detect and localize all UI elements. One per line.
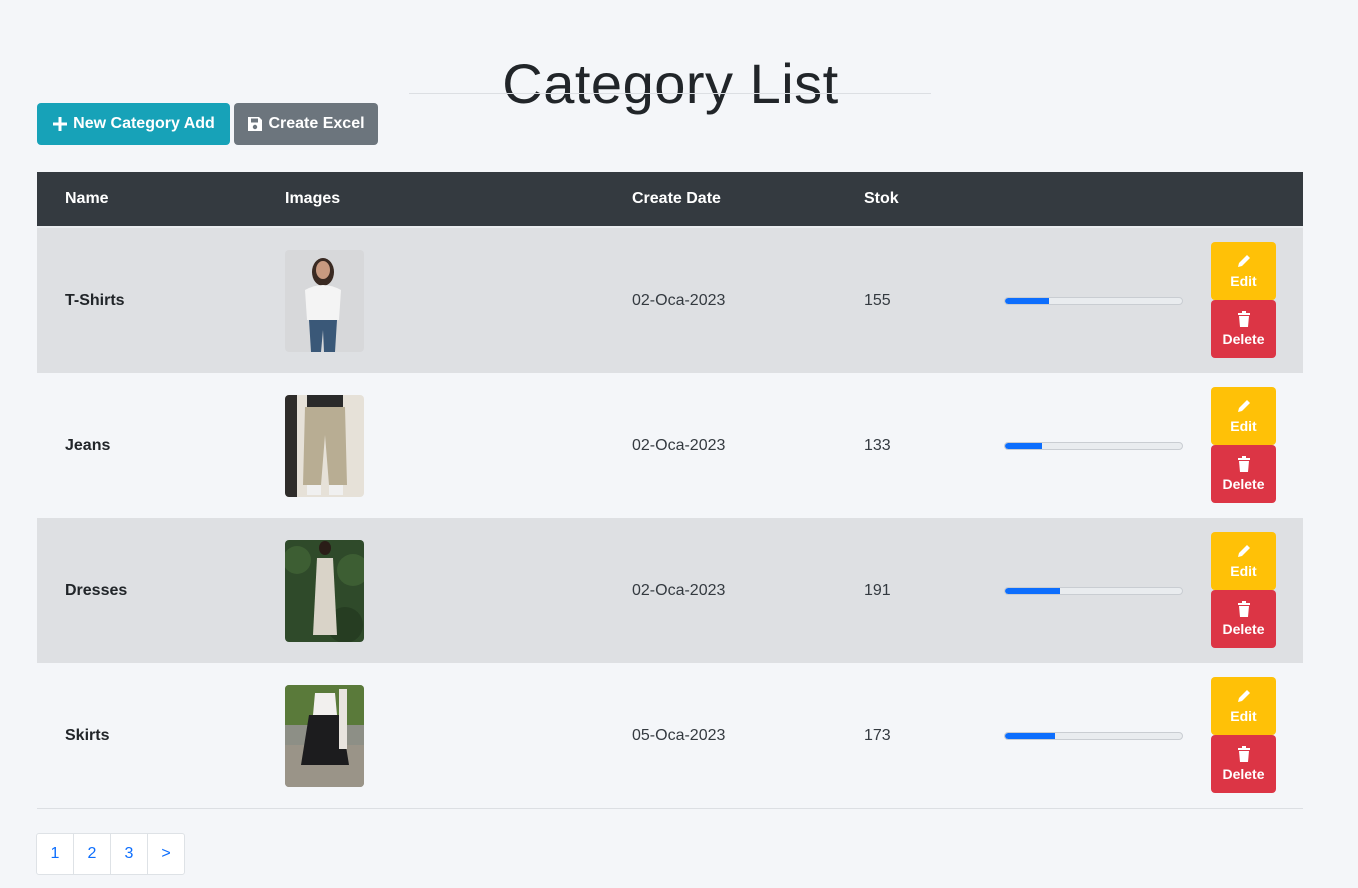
- trash-icon: [1237, 601, 1250, 617]
- pagination: 1 2 3 >: [36, 833, 185, 875]
- stok-progress-fill: [1005, 297, 1050, 304]
- plus-icon: [52, 116, 68, 132]
- page-link-1[interactable]: 1: [37, 834, 74, 874]
- delete-button[interactable]: Delete: [1211, 735, 1276, 793]
- edit-button[interactable]: Edit: [1211, 242, 1276, 300]
- stok-progress-fill: [1005, 732, 1055, 739]
- pencil-icon: [1237, 545, 1250, 557]
- table-bottom-border: [37, 808, 1303, 809]
- delete-button[interactable]: Delete: [1211, 590, 1276, 648]
- page-link-2[interactable]: 2: [74, 834, 111, 874]
- delete-button[interactable]: Delete: [1211, 300, 1276, 358]
- create-date: 05-Oca-2023: [632, 726, 726, 744]
- stok-progress-bar: [1004, 296, 1183, 305]
- header-stok[interactable]: Stok: [864, 172, 899, 226]
- category-name: T-Shirts: [65, 291, 125, 309]
- edit-button[interactable]: Edit: [1211, 387, 1276, 445]
- category-image: [285, 394, 364, 497]
- stok-progress-bar: [1004, 586, 1183, 595]
- create-excel-label: Create Excel: [268, 115, 365, 132]
- category-image: [285, 539, 364, 642]
- delete-label: Delete: [1222, 766, 1265, 782]
- trash-icon: [1237, 311, 1250, 327]
- table-row: Jeans 02-Oca-2023 133 Edit Delete: [37, 373, 1303, 518]
- table-row: Skirts 05-Oca-2023 173 Edit Delete: [37, 663, 1303, 808]
- stok-value: 173: [864, 726, 891, 744]
- pencil-icon: [1237, 690, 1250, 702]
- edit-label: Edit: [1230, 563, 1257, 579]
- delete-label: Delete: [1222, 331, 1265, 347]
- create-date: 02-Oca-2023: [632, 291, 726, 309]
- title-divider: [409, 93, 931, 94]
- header-create-date[interactable]: Create Date: [632, 172, 721, 226]
- delete-label: Delete: [1222, 476, 1265, 492]
- floppy-disk-icon: [247, 116, 263, 132]
- table-row: T-Shirts 02-Oca-2023 155 Edit Delete: [37, 228, 1303, 373]
- delete-button[interactable]: Delete: [1211, 445, 1276, 503]
- edit-button[interactable]: Edit: [1211, 677, 1276, 735]
- stok-progress-bar: [1004, 441, 1183, 450]
- stok-progress-fill: [1005, 442, 1043, 449]
- category-name: Skirts: [65, 726, 110, 744]
- header-images[interactable]: Images: [285, 172, 340, 226]
- edit-label: Edit: [1230, 273, 1257, 289]
- new-category-add-button[interactable]: New Category Add: [37, 103, 230, 145]
- page-link-3[interactable]: 3: [111, 834, 148, 874]
- pencil-icon: [1237, 255, 1250, 267]
- category-name: Dresses: [65, 581, 128, 599]
- category-table: Name Images Create Date Stok T-Shirts 02…: [37, 172, 1303, 809]
- trash-icon: [1237, 456, 1250, 472]
- delete-label: Delete: [1222, 621, 1265, 637]
- pencil-icon: [1237, 400, 1250, 412]
- category-list-page: Category List New Category Add Create Ex…: [0, 0, 1358, 888]
- stok-value: 191: [864, 581, 891, 599]
- table-header: Name Images Create Date Stok: [37, 172, 1303, 226]
- table-row: Dresses 02-Oca-2023 191 Edit Delete: [37, 518, 1303, 663]
- create-date: 02-Oca-2023: [632, 436, 726, 454]
- trash-icon: [1237, 746, 1250, 762]
- create-date: 02-Oca-2023: [632, 581, 726, 599]
- stok-value: 155: [864, 291, 891, 309]
- create-excel-button[interactable]: Create Excel: [234, 103, 378, 145]
- edit-label: Edit: [1230, 418, 1257, 434]
- header-name[interactable]: Name: [65, 172, 109, 226]
- next-page-link[interactable]: >: [148, 834, 184, 874]
- category-image: [285, 249, 364, 352]
- category-name: Jeans: [65, 436, 111, 454]
- stok-value: 133: [864, 436, 891, 454]
- new-category-add-label: New Category Add: [73, 115, 215, 132]
- stok-progress-fill: [1005, 587, 1060, 594]
- edit-label: Edit: [1230, 708, 1257, 724]
- category-image: [285, 684, 364, 787]
- edit-button[interactable]: Edit: [1211, 532, 1276, 590]
- stok-progress-bar: [1004, 731, 1183, 740]
